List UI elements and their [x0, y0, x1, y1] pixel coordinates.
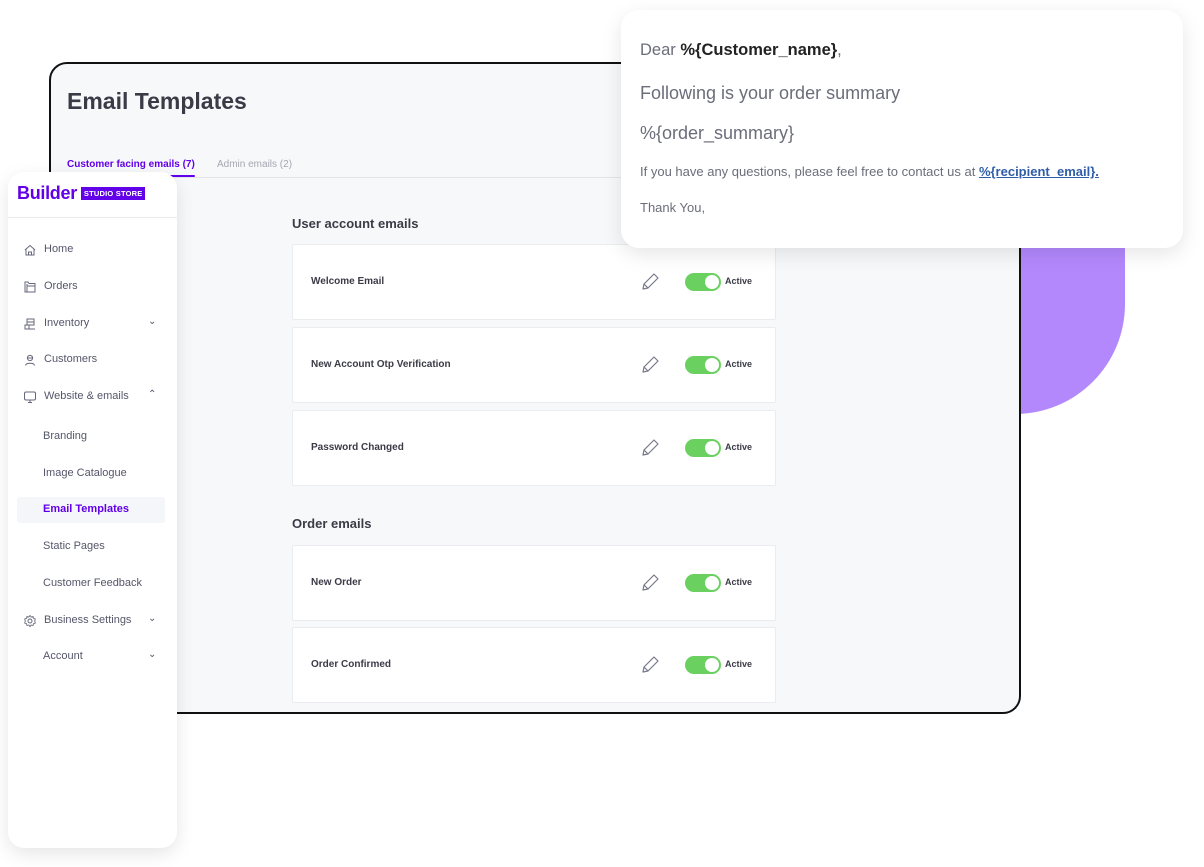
chevron-up-icon[interactable]: ⌃ — [148, 389, 156, 400]
sidebar-item-label: Email Templates — [43, 503, 129, 515]
sidebar-item-customers[interactable]: Customers — [8, 347, 177, 373]
status-label: Active — [725, 442, 753, 452]
status-label: Active — [725, 359, 753, 369]
toggle-knob — [705, 275, 719, 289]
email-row-order-confirmed: Order Confirmed Active — [292, 627, 776, 703]
sidebar-item-account[interactable]: Account ⌄ — [8, 644, 177, 670]
logo-text: Builder — [17, 183, 77, 203]
inventory-icon — [24, 318, 35, 330]
page-title: Email Templates — [67, 88, 247, 114]
recipient-email-link[interactable]: %{recipient_email}. — [979, 164, 1099, 179]
status-label: Active — [725, 276, 753, 286]
toggle-knob — [705, 358, 719, 372]
sidebar-item-inventory[interactable]: Inventory ⌄ — [8, 311, 177, 337]
edit-pencil-icon[interactable] — [639, 572, 661, 594]
section-title-user-account: User account emails — [292, 216, 419, 231]
email-name: Welcome Email — [311, 276, 385, 287]
sidebar-item-label: Customers — [44, 353, 98, 365]
tab-customer-facing-emails[interactable]: Customer facing emails (7) — [67, 159, 195, 177]
chevron-down-icon[interactable]: ⌄ — [148, 613, 156, 624]
email-name: Order Confirmed — [311, 659, 392, 670]
status-toggle[interactable] — [685, 439, 721, 457]
status-toggle[interactable] — [685, 356, 721, 374]
status-toggle[interactable] — [685, 574, 721, 592]
status-toggle[interactable] — [685, 273, 721, 291]
preview-contact-line: If you have any questions, please feel f… — [640, 164, 1099, 179]
edit-pencil-icon[interactable] — [639, 354, 661, 376]
preview-line-summary: Following is your order summary — [640, 83, 901, 103]
status-toggle[interactable] — [685, 656, 721, 674]
customer-name-variable: %{Customer_name} — [680, 41, 838, 59]
monitor-icon — [24, 391, 36, 403]
toggle-knob — [705, 441, 719, 455]
edit-pencil-icon[interactable] — [639, 654, 661, 676]
edit-pencil-icon[interactable] — [639, 271, 661, 293]
sidebar-item-label: Website & emails — [44, 390, 129, 402]
sidebar-item-orders[interactable]: Orders — [8, 274, 177, 300]
preview-greeting: Dear %{Customer_name}, — [640, 41, 842, 60]
orders-icon — [24, 281, 36, 293]
toggle-knob — [705, 658, 719, 672]
sidebar: Builder STUDIO STORE Home Orders Invento… — [8, 172, 177, 848]
tab-admin-emails[interactable]: Admin emails (2) — [217, 159, 292, 170]
greeting-punctuation: , — [837, 41, 842, 59]
email-row-new-order: New Order Active — [292, 545, 776, 621]
builder-logo[interactable]: Builder STUDIO STORE — [17, 183, 146, 204]
email-row-password-changed: Password Changed Active — [292, 410, 776, 486]
contact-text: If you have any questions, please feel f… — [640, 164, 979, 179]
sidebar-item-label: Account — [43, 650, 83, 662]
sidebar-item-home[interactable]: Home — [8, 237, 177, 263]
home-icon — [24, 244, 36, 256]
greeting-text: Dear — [640, 41, 681, 59]
sidebar-item-label: Orders — [44, 280, 78, 292]
email-row-welcome: Welcome Email Active — [292, 244, 776, 320]
status-label: Active — [725, 577, 753, 587]
preview-signoff: Thank You, — [640, 200, 706, 215]
sidebar-item-email-templates[interactable]: Email Templates — [17, 497, 165, 523]
section-title-order-emails: Order emails — [292, 516, 372, 531]
status-label: Active — [725, 659, 753, 669]
sidebar-divider — [8, 217, 177, 218]
preview-order-summary-variable: %{order_summary} — [640, 123, 795, 143]
email-name: New Order — [311, 577, 362, 588]
sidebar-item-image-catalogue[interactable]: Image Catalogue — [8, 461, 177, 487]
email-name: New Account Otp Verification — [311, 359, 451, 370]
sidebar-item-website-emails[interactable]: Website & emails ⌃ — [8, 384, 177, 410]
sidebar-item-business-settings[interactable]: Business Settings ⌄ — [8, 608, 177, 634]
sidebar-item-static-pages[interactable]: Static Pages — [8, 534, 177, 560]
sidebar-item-label: Branding — [43, 430, 88, 442]
toggle-knob — [705, 576, 719, 590]
sidebar-item-label: Inventory — [44, 317, 90, 329]
sidebar-item-customer-feedback[interactable]: Customer Feedback — [8, 571, 177, 597]
decorative-purple-shape — [1010, 240, 1125, 414]
sidebar-item-label: Business Settings — [44, 614, 132, 626]
gear-icon — [24, 614, 36, 628]
sidebar-item-label: Customer Feedback — [43, 577, 143, 589]
email-row-otp-verification: New Account Otp Verification Active — [292, 327, 776, 403]
email-name: Password Changed — [311, 442, 404, 453]
email-preview-card: Dear %{Customer_name}, Following is your… — [621, 10, 1183, 248]
logo-badge: STUDIO STORE — [80, 187, 146, 200]
sidebar-item-label: Image Catalogue — [43, 467, 127, 479]
sidebar-item-label: Static Pages — [43, 540, 105, 552]
edit-pencil-icon[interactable] — [639, 437, 661, 459]
chevron-down-icon[interactable]: ⌄ — [148, 316, 156, 327]
sidebar-item-label: Home — [44, 243, 74, 255]
customers-icon — [25, 354, 35, 366]
chevron-down-icon[interactable]: ⌄ — [148, 649, 156, 660]
sidebar-item-branding[interactable]: Branding — [8, 424, 177, 450]
